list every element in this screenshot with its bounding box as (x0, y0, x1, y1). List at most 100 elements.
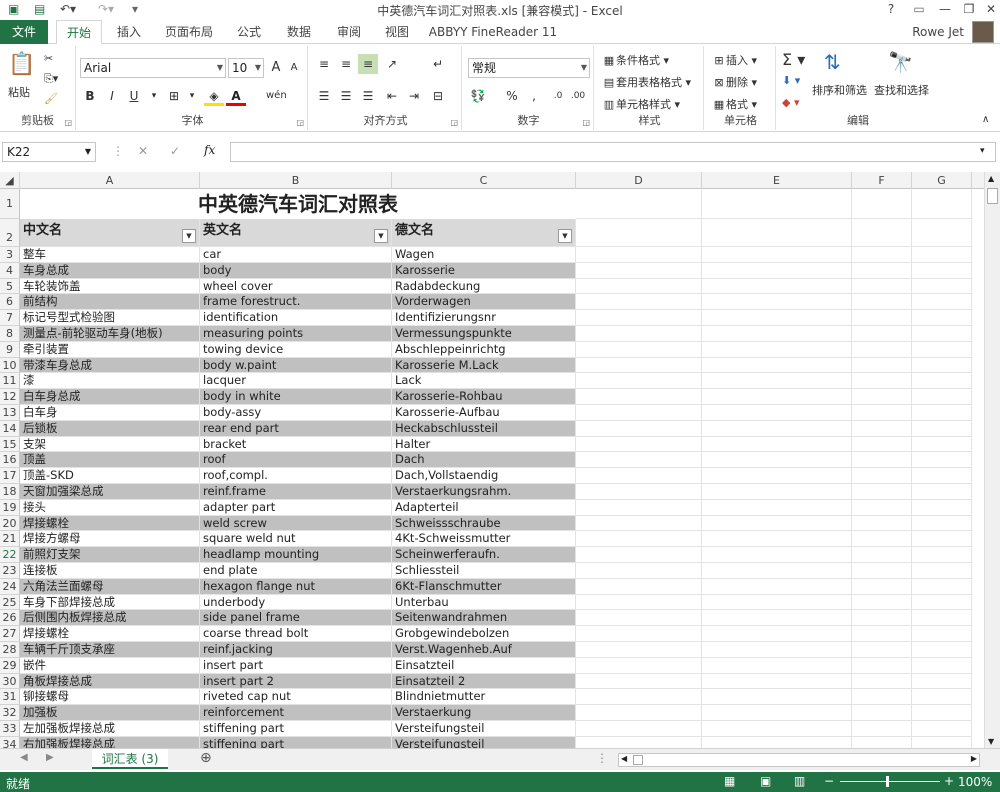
cell-en[interactable]: body w.paint (200, 357, 392, 374)
cell-cn[interactable]: 顶盖 (20, 452, 200, 469)
cell[interactable] (576, 247, 702, 263)
scroll-right-icon[interactable]: ▶ (971, 754, 977, 763)
decrease-decimal-icon[interactable]: .00 (568, 86, 588, 106)
cell[interactable] (576, 278, 702, 295)
horizontal-scrollbar[interactable]: ◀ ▶ (618, 753, 980, 767)
cell[interactable] (702, 294, 852, 311)
cell[interactable] (852, 294, 912, 311)
scroll-up-icon[interactable]: ▲ (988, 174, 994, 183)
cell-de[interactable]: Wagen (392, 247, 576, 263)
cell-de[interactable]: Adapterteil (392, 499, 576, 516)
row-header[interactable]: 7 (0, 310, 20, 326)
row-header[interactable]: 13 (0, 405, 20, 421)
cell-en[interactable]: identification (200, 310, 392, 326)
cell-cn[interactable]: 车辆千斤顶支承座 (20, 642, 200, 658)
cell-de[interactable]: Seitenwandrahmen (392, 610, 576, 627)
cell-cn[interactable]: 后锁板 (20, 420, 200, 437)
find-select-icon[interactable]: 🔭 (888, 50, 913, 74)
avatar[interactable] (972, 21, 994, 43)
cell[interactable] (702, 610, 852, 627)
cell-en[interactable]: car (200, 247, 392, 263)
cell-de[interactable]: Karosserie-Rohbau (392, 389, 576, 405)
cell-en[interactable]: rear end part (200, 420, 392, 437)
cell-de[interactable]: Dach (392, 452, 576, 469)
align-center-icon[interactable]: ☰ (336, 86, 356, 106)
cell[interactable] (576, 484, 702, 500)
normal-view-icon[interactable]: ▦ (724, 774, 735, 788)
cell[interactable] (912, 547, 972, 563)
cell[interactable] (912, 499, 972, 516)
cell-en[interactable]: towing device (200, 341, 392, 358)
cell[interactable] (852, 736, 912, 748)
cell[interactable] (702, 452, 852, 469)
cell-cn[interactable]: 左加强板焊接总成 (20, 721, 200, 737)
cell[interactable] (852, 689, 912, 706)
cell[interactable] (576, 389, 702, 405)
cell-en[interactable]: side panel frame (200, 610, 392, 627)
cell[interactable] (912, 626, 972, 642)
cell[interactable] (852, 405, 912, 421)
zoom-slider[interactable] (840, 781, 940, 782)
cell-cn[interactable]: 车身下部焊接总成 (20, 594, 200, 611)
cell-de[interactable]: Heckabschlussteil (392, 420, 576, 437)
cell[interactable] (702, 189, 852, 219)
cell[interactable] (852, 420, 912, 437)
tab-insert[interactable]: 插入 (108, 20, 150, 44)
sheet-title[interactable]: 中英德汽车词汇对照表 (20, 189, 576, 219)
add-sheet-icon[interactable]: ⊕ (200, 750, 212, 766)
cell[interactable] (576, 219, 702, 247)
cell-cn[interactable]: 白车身总成 (20, 389, 200, 405)
alignment-launcher-icon[interactable]: ◲ (450, 118, 458, 127)
expand-formula-icon[interactable]: ▾ (980, 146, 985, 156)
cell[interactable] (852, 642, 912, 658)
cell-styles-button[interactable]: ▥ 单元格样式 ▾ (602, 96, 680, 112)
page-break-view-icon[interactable]: ▥ (794, 774, 805, 788)
collapse-ribbon-icon[interactable]: ∧ (982, 114, 989, 125)
cell[interactable] (912, 436, 972, 453)
row-header[interactable]: 6 (0, 294, 20, 311)
cell[interactable] (852, 531, 912, 548)
cell-cn[interactable]: 连接板 (20, 563, 200, 579)
cell[interactable] (702, 357, 852, 374)
cell[interactable] (702, 626, 852, 642)
cell[interactable] (912, 405, 972, 421)
tab-formulas[interactable]: 公式 (228, 20, 270, 44)
align-right-icon[interactable]: ☰ (358, 86, 378, 106)
cell-en[interactable]: square weld nut (200, 531, 392, 548)
align-top-icon[interactable]: ≡ (314, 54, 334, 74)
cell-cn[interactable]: 带漆车身总成 (20, 357, 200, 374)
cell[interactable] (702, 278, 852, 295)
cell-cn[interactable]: 加强板 (20, 705, 200, 721)
cell-cn[interactable]: 前照灯支架 (20, 547, 200, 563)
cell[interactable] (576, 515, 702, 532)
chevron-down-icon[interactable]: ▼ (85, 143, 91, 161)
cell[interactable] (852, 705, 912, 721)
tab-file[interactable]: 文件 (0, 20, 48, 44)
cell-cn[interactable]: 嵌件 (20, 657, 200, 674)
cell[interactable] (702, 341, 852, 358)
cell[interactable] (702, 484, 852, 500)
cell[interactable] (912, 689, 972, 706)
cell[interactable] (576, 736, 702, 748)
cell-de[interactable]: Einsatzteil 2 (392, 673, 576, 690)
cell-cn[interactable]: 车身总成 (20, 262, 200, 279)
cell[interactable] (576, 689, 702, 706)
accounting-format-icon[interactable]: 💱 (468, 86, 488, 106)
cell-en[interactable]: reinforcement (200, 705, 392, 721)
cell[interactable] (702, 705, 852, 721)
cell[interactable] (852, 499, 912, 516)
zoom-slider-thumb[interactable] (886, 776, 889, 787)
cell[interactable] (852, 219, 912, 247)
row-header[interactable]: 15 (0, 436, 20, 453)
cell[interactable] (912, 262, 972, 279)
cell-en[interactable]: insert part (200, 657, 392, 674)
column-header-f[interactable]: F (852, 172, 912, 189)
cell-de[interactable]: Lack (392, 373, 576, 390)
row-header[interactable]: 5 (0, 278, 20, 295)
align-left-icon[interactable]: ☰ (314, 86, 334, 106)
filter-dropdown-icon[interactable]: ▼ (558, 229, 572, 243)
row-header[interactable]: 32 (0, 705, 20, 721)
cell[interactable] (576, 420, 702, 437)
cell[interactable] (852, 657, 912, 674)
cell-de[interactable]: Schweissschraube (392, 515, 576, 532)
